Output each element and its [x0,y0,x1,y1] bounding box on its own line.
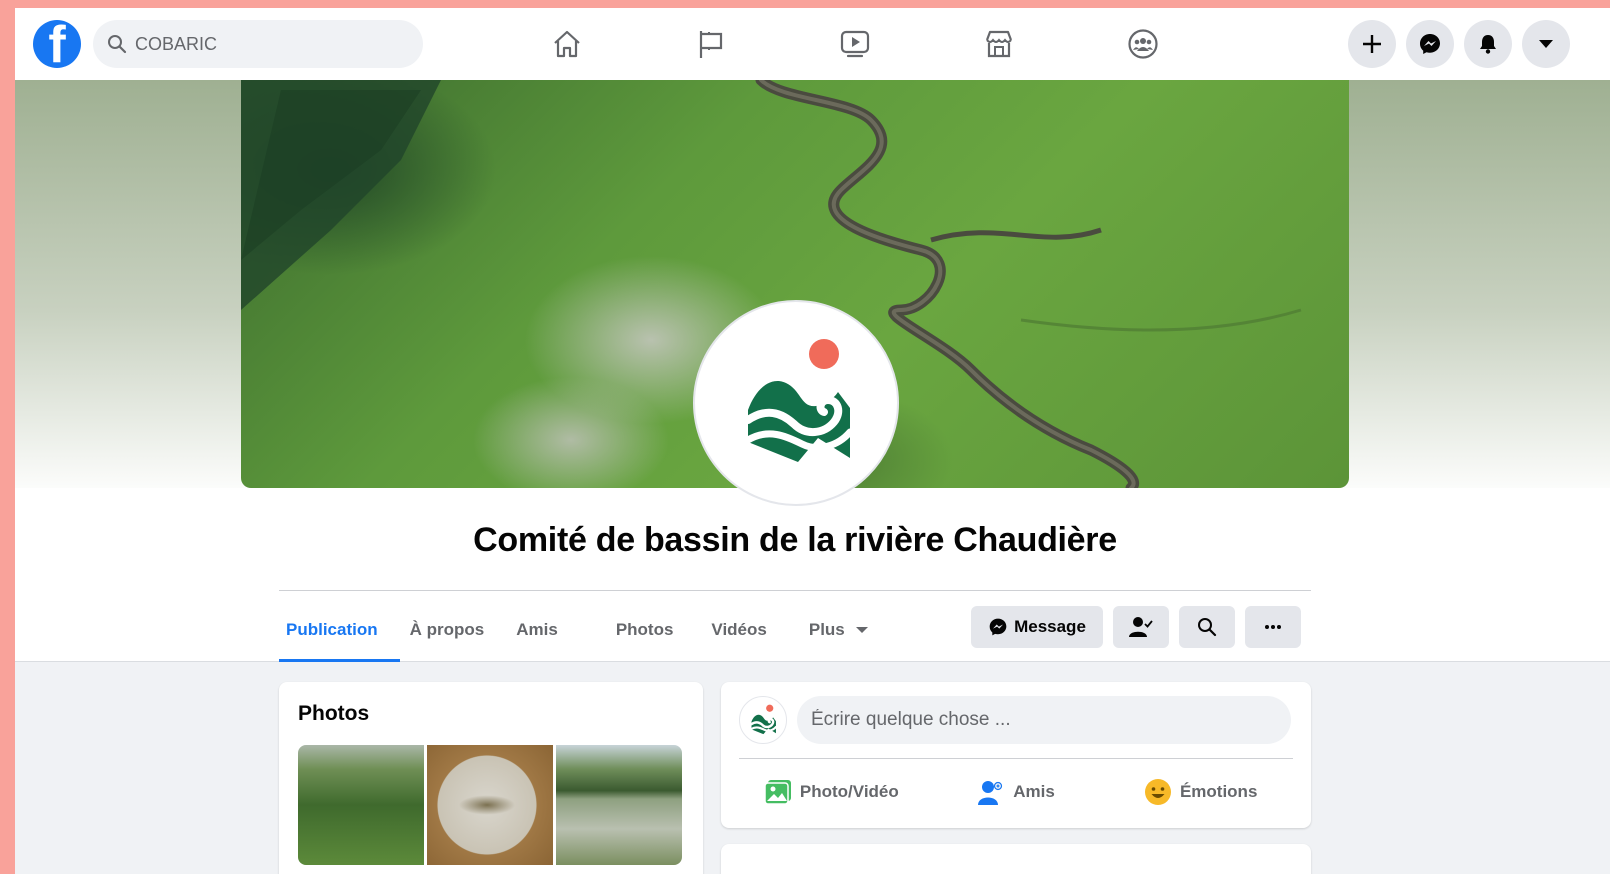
photo-video-icon [764,780,791,805]
page-title: Comité de bassin de la rivière Chaudière [473,521,1117,559]
tab-label: Amis [516,620,558,639]
account-controls [1348,20,1570,68]
smiley-emoji-icon [1144,779,1171,805]
home-icon [554,30,580,58]
more-options-button[interactable] [1245,606,1301,648]
cobaric-logo-icon [744,339,854,462]
nav-watch[interactable] [783,20,927,68]
chevron-down-icon [855,627,868,633]
photos-card-title: Photos [298,702,370,725]
message-button-label: Message [1014,617,1086,636]
message-button[interactable]: Message [971,606,1103,648]
ellipsis-icon [1265,625,1281,629]
facebook-logo-icon[interactable]: f [33,20,81,68]
tab-videos[interactable]: Vidéos [695,598,788,662]
feeling-label: Émotions [1179,782,1258,801]
notifications-bell-icon [1480,35,1496,54]
composer-card: Photo/Vidéo Amis Émotions [721,682,1311,828]
composer-divider [739,758,1293,759]
messenger-icon [989,618,1007,636]
tab-label: Vidéos [711,620,767,639]
groups-icon [1128,29,1158,59]
cobaric-logo-icon [750,704,778,735]
photo-video-label: Photo/Vidéo [799,782,899,801]
search-icon [108,35,127,54]
tab-about[interactable]: À propos [400,598,507,662]
messenger-button[interactable] [1406,20,1454,68]
tab-label: À propos [409,620,485,639]
tag-friends-icon [978,781,1003,805]
photo-thumbnail[interactable] [556,745,682,865]
follow-status-button[interactable] [1113,606,1169,648]
photos-grid [298,745,682,865]
feeling-button[interactable]: Émotions [1108,770,1293,814]
person-check-icon [1129,617,1153,637]
next-post-card [721,844,1311,874]
watch-video-icon [840,30,870,58]
tag-friends-label: Amis [1013,782,1055,801]
page-tabs: Publication À propos Amis Photos Vidéos … [279,598,891,662]
search-box[interactable] [93,20,423,68]
tab-friends[interactable]: Amis [506,598,616,662]
tag-friends-button[interactable]: Amis [924,770,1109,814]
messenger-icon [1420,34,1440,54]
nav-marketplace[interactable] [927,20,1071,68]
nav-groups[interactable] [1071,20,1215,68]
search-input[interactable] [135,33,395,55]
tab-label: Plus [808,620,845,639]
photo-video-button[interactable]: Photo/Vidéo [739,770,924,814]
profile-picture[interactable] [693,300,899,506]
composer-input[interactable] [797,696,1291,744]
tab-publication[interactable]: Publication [279,598,400,662]
header-divider [279,590,1311,591]
tab-photos[interactable]: Photos [616,598,696,662]
nav-home[interactable] [495,20,639,68]
pages-flag-icon [699,31,723,58]
nav-pages[interactable] [639,20,783,68]
tab-label: Photos [615,620,674,639]
account-caret-icon [1539,40,1553,48]
page-search-button[interactable] [1179,606,1235,648]
photo-thumbnail[interactable] [298,745,424,865]
browser-viewport: f COBARIC Comité de bassin de la rivière… [15,8,1610,874]
create-button[interactable] [1348,20,1396,68]
top-navigation-bar: f [15,8,1610,80]
marketplace-icon [985,30,1013,58]
tab-label: Publication [286,620,378,639]
photos-card: Photos [279,682,703,874]
search-icon [1198,618,1217,637]
tab-more[interactable]: Plus [789,598,891,662]
photo-thumbnail[interactable] [427,745,553,865]
avatar[interactable] [739,696,787,744]
main-nav [495,20,1215,68]
create-plus-icon [1363,35,1381,53]
composer-actions: Photo/Vidéo Amis Émotions [739,770,1293,814]
page-actions: Message [971,606,1301,648]
account-menu-button[interactable] [1522,20,1570,68]
notifications-button[interactable] [1464,20,1512,68]
